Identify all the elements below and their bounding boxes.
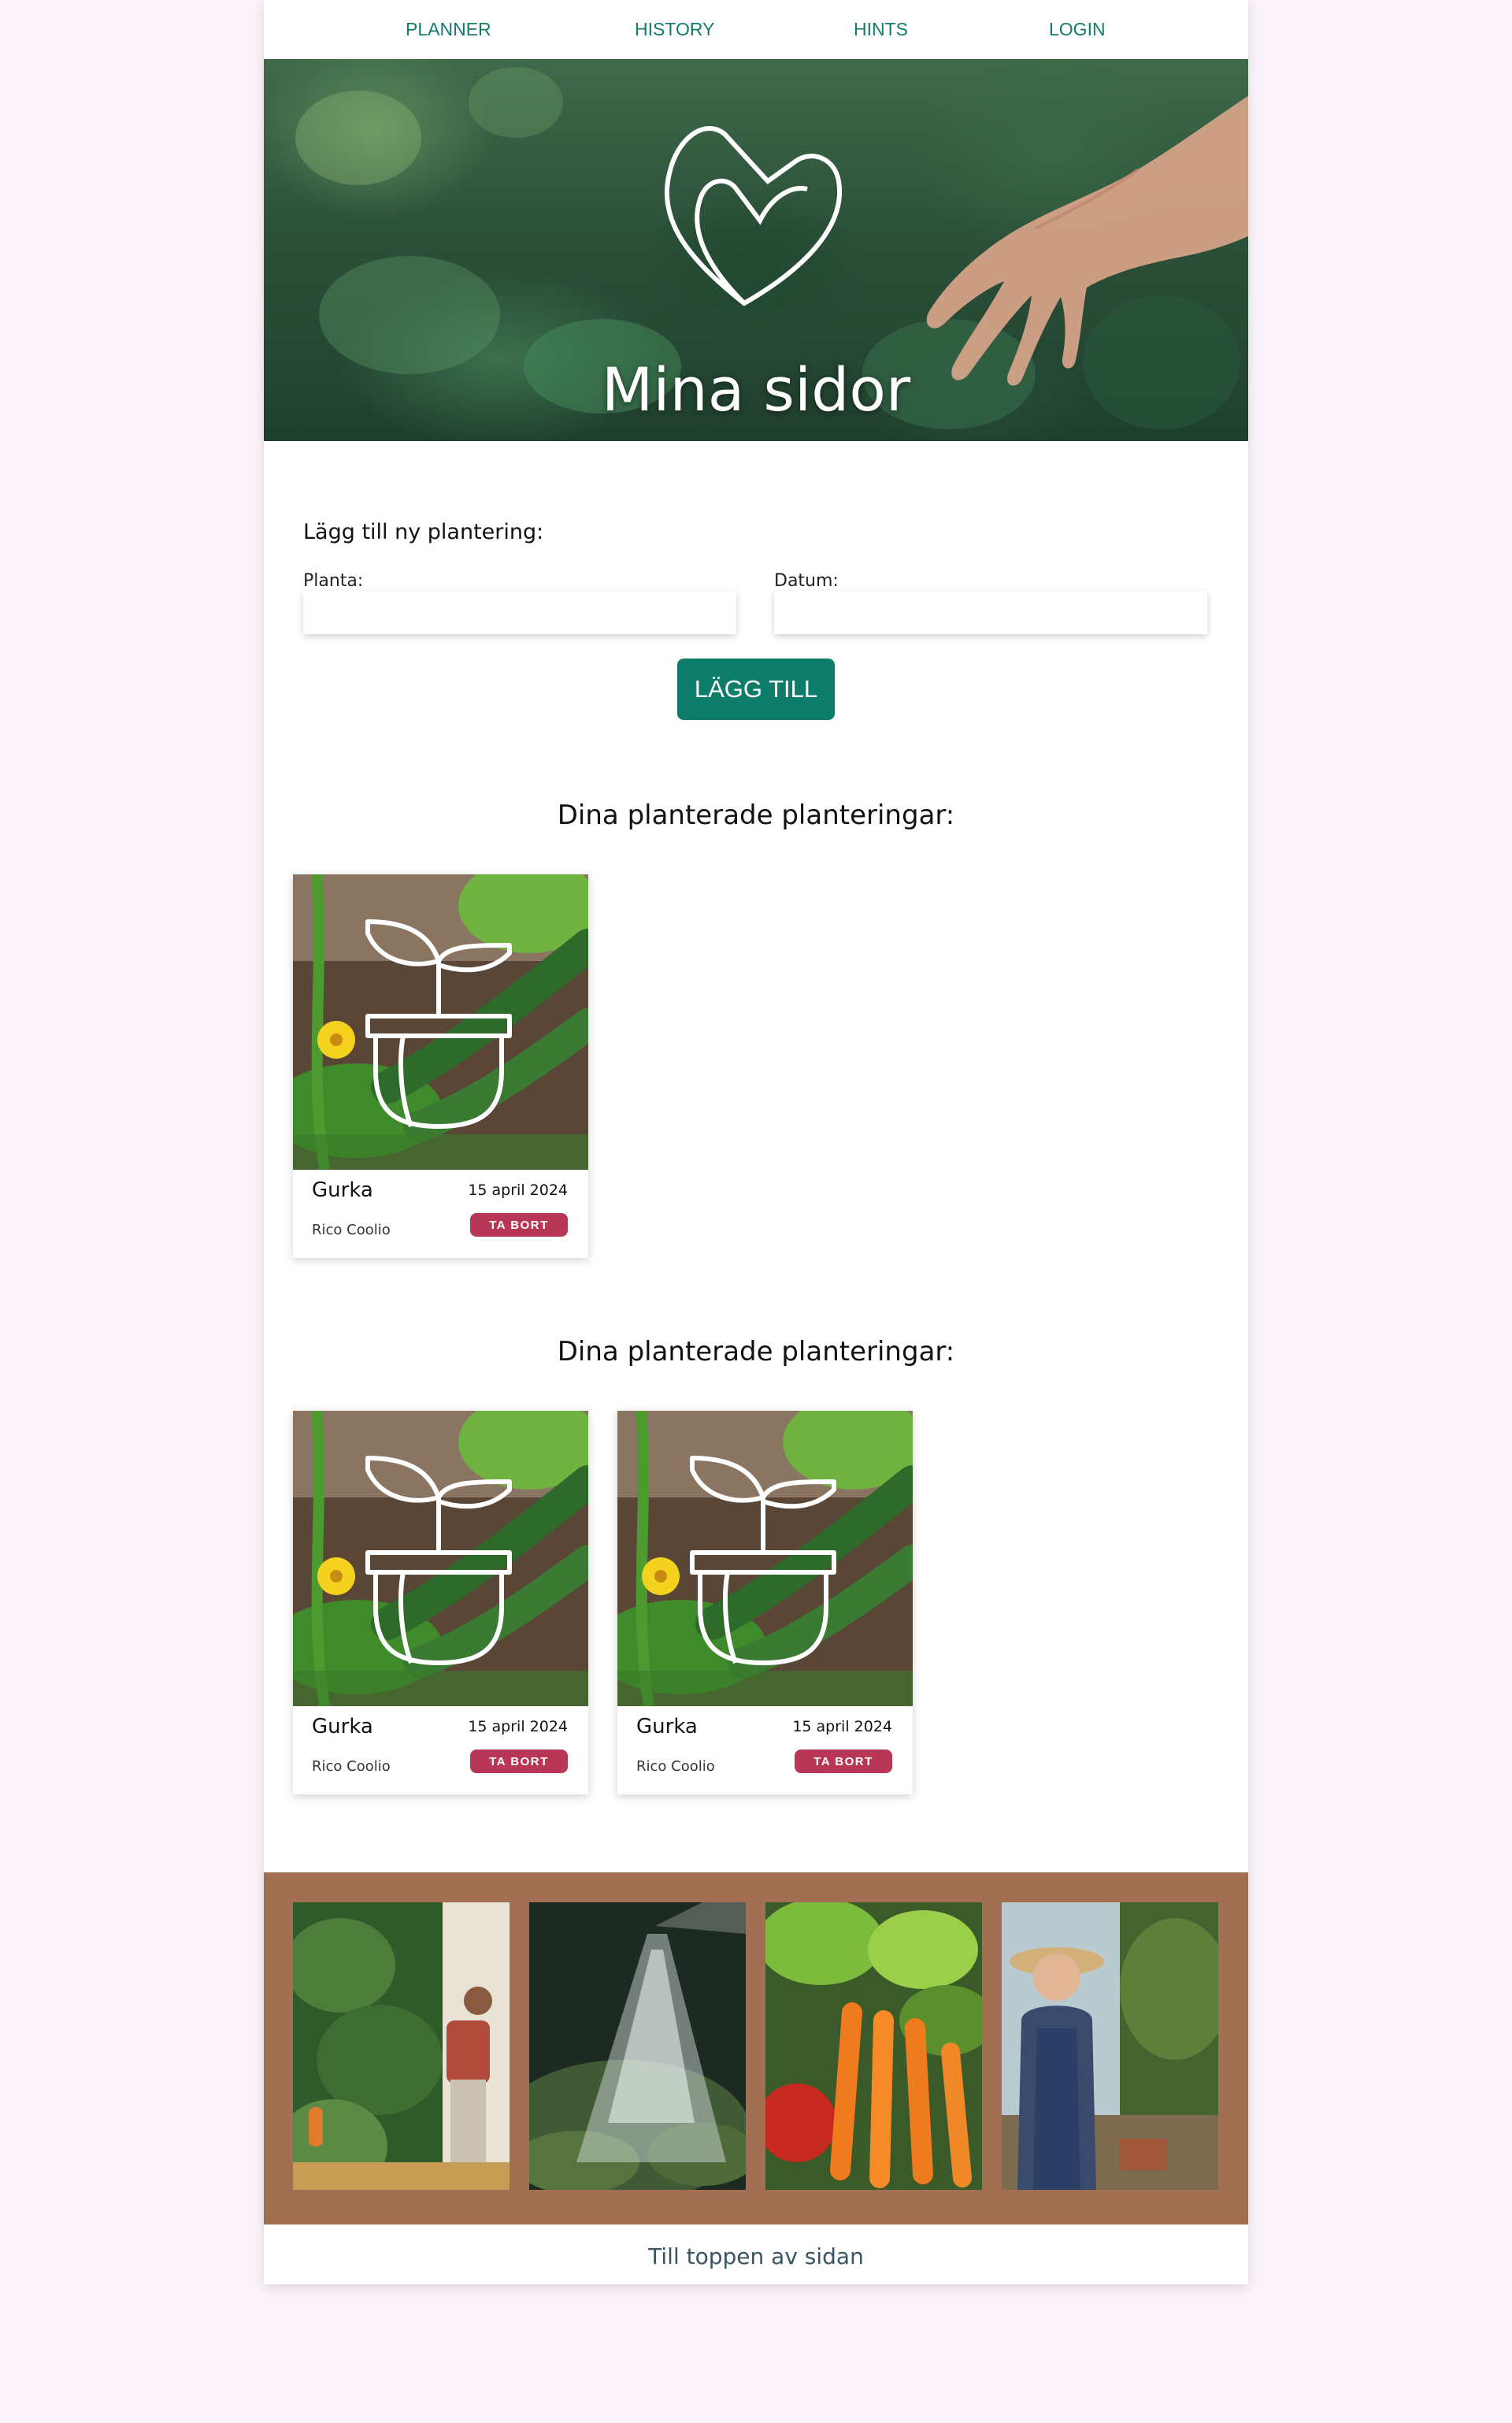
photo-gallery (264, 1872, 1248, 2224)
nav-planner[interactable]: PLANNER (406, 19, 491, 40)
plant-label: Planta: (303, 571, 364, 591)
page-title: Mina sidor (601, 354, 911, 425)
remove-button[interactable]: TA BORT (470, 1750, 568, 1773)
card-plant-name: Gurka (636, 1715, 698, 1738)
gallery-photo-farmer-woman (1002, 1902, 1218, 2190)
card-owner: Rico Coolio (312, 1222, 391, 1238)
cucumber-photo (293, 874, 588, 1170)
heart-leaf-logo-icon (664, 126, 843, 306)
back-to-top-link[interactable]: Till toppen av sidan (264, 2243, 1248, 2269)
nav-hints[interactable]: HINTS (854, 19, 908, 40)
gallery-photo-watering (529, 1902, 746, 2190)
date-label: Datum: (774, 571, 839, 591)
planting-card: Gurka 15 april 2024 Rico Coolio TA BORT (617, 1411, 913, 1794)
nav-login[interactable]: LOGIN (1049, 19, 1106, 40)
gallery-photo-vegetables (765, 1902, 982, 2190)
cucumber-photo (293, 1411, 588, 1706)
remove-button[interactable]: TA BORT (795, 1750, 892, 1773)
date-input[interactable] (774, 591, 1207, 634)
page-container: PLANNER HISTORY HINTS LOGIN Mina sidor L… (264, 0, 1248, 2284)
gallery-photo-gardener (293, 1902, 510, 2190)
nav-history[interactable]: HISTORY (635, 19, 714, 40)
add-planting-button[interactable]: LÄGG TILL (677, 659, 835, 720)
form-heading: Lägg till ny plantering: (303, 520, 544, 544)
planting-card: Gurka 15 april 2024 Rico Coolio TA BORT (293, 874, 588, 1258)
footer: Till toppen av sidan (264, 2224, 1248, 2284)
card-owner: Rico Coolio (636, 1758, 715, 1775)
card-plant-name: Gurka (312, 1178, 373, 1202)
section-title: Dina planterade planteringar: (557, 800, 955, 831)
planting-card: Gurka 15 april 2024 Rico Coolio TA BORT (293, 1411, 588, 1794)
card-date: 15 april 2024 (468, 1718, 568, 1735)
remove-button[interactable]: TA BORT (470, 1213, 568, 1237)
card-date: 15 april 2024 (792, 1718, 892, 1735)
card-plant-name: Gurka (312, 1715, 373, 1738)
plant-input[interactable] (303, 591, 736, 634)
section-title: Dina planterade planteringar: (557, 1336, 955, 1367)
card-owner: Rico Coolio (312, 1758, 391, 1775)
cucumber-photo (617, 1411, 913, 1706)
hero-banner: Mina sidor (264, 59, 1248, 441)
card-date: 15 april 2024 (468, 1182, 568, 1199)
top-nav: PLANNER HISTORY HINTS LOGIN (264, 0, 1248, 59)
